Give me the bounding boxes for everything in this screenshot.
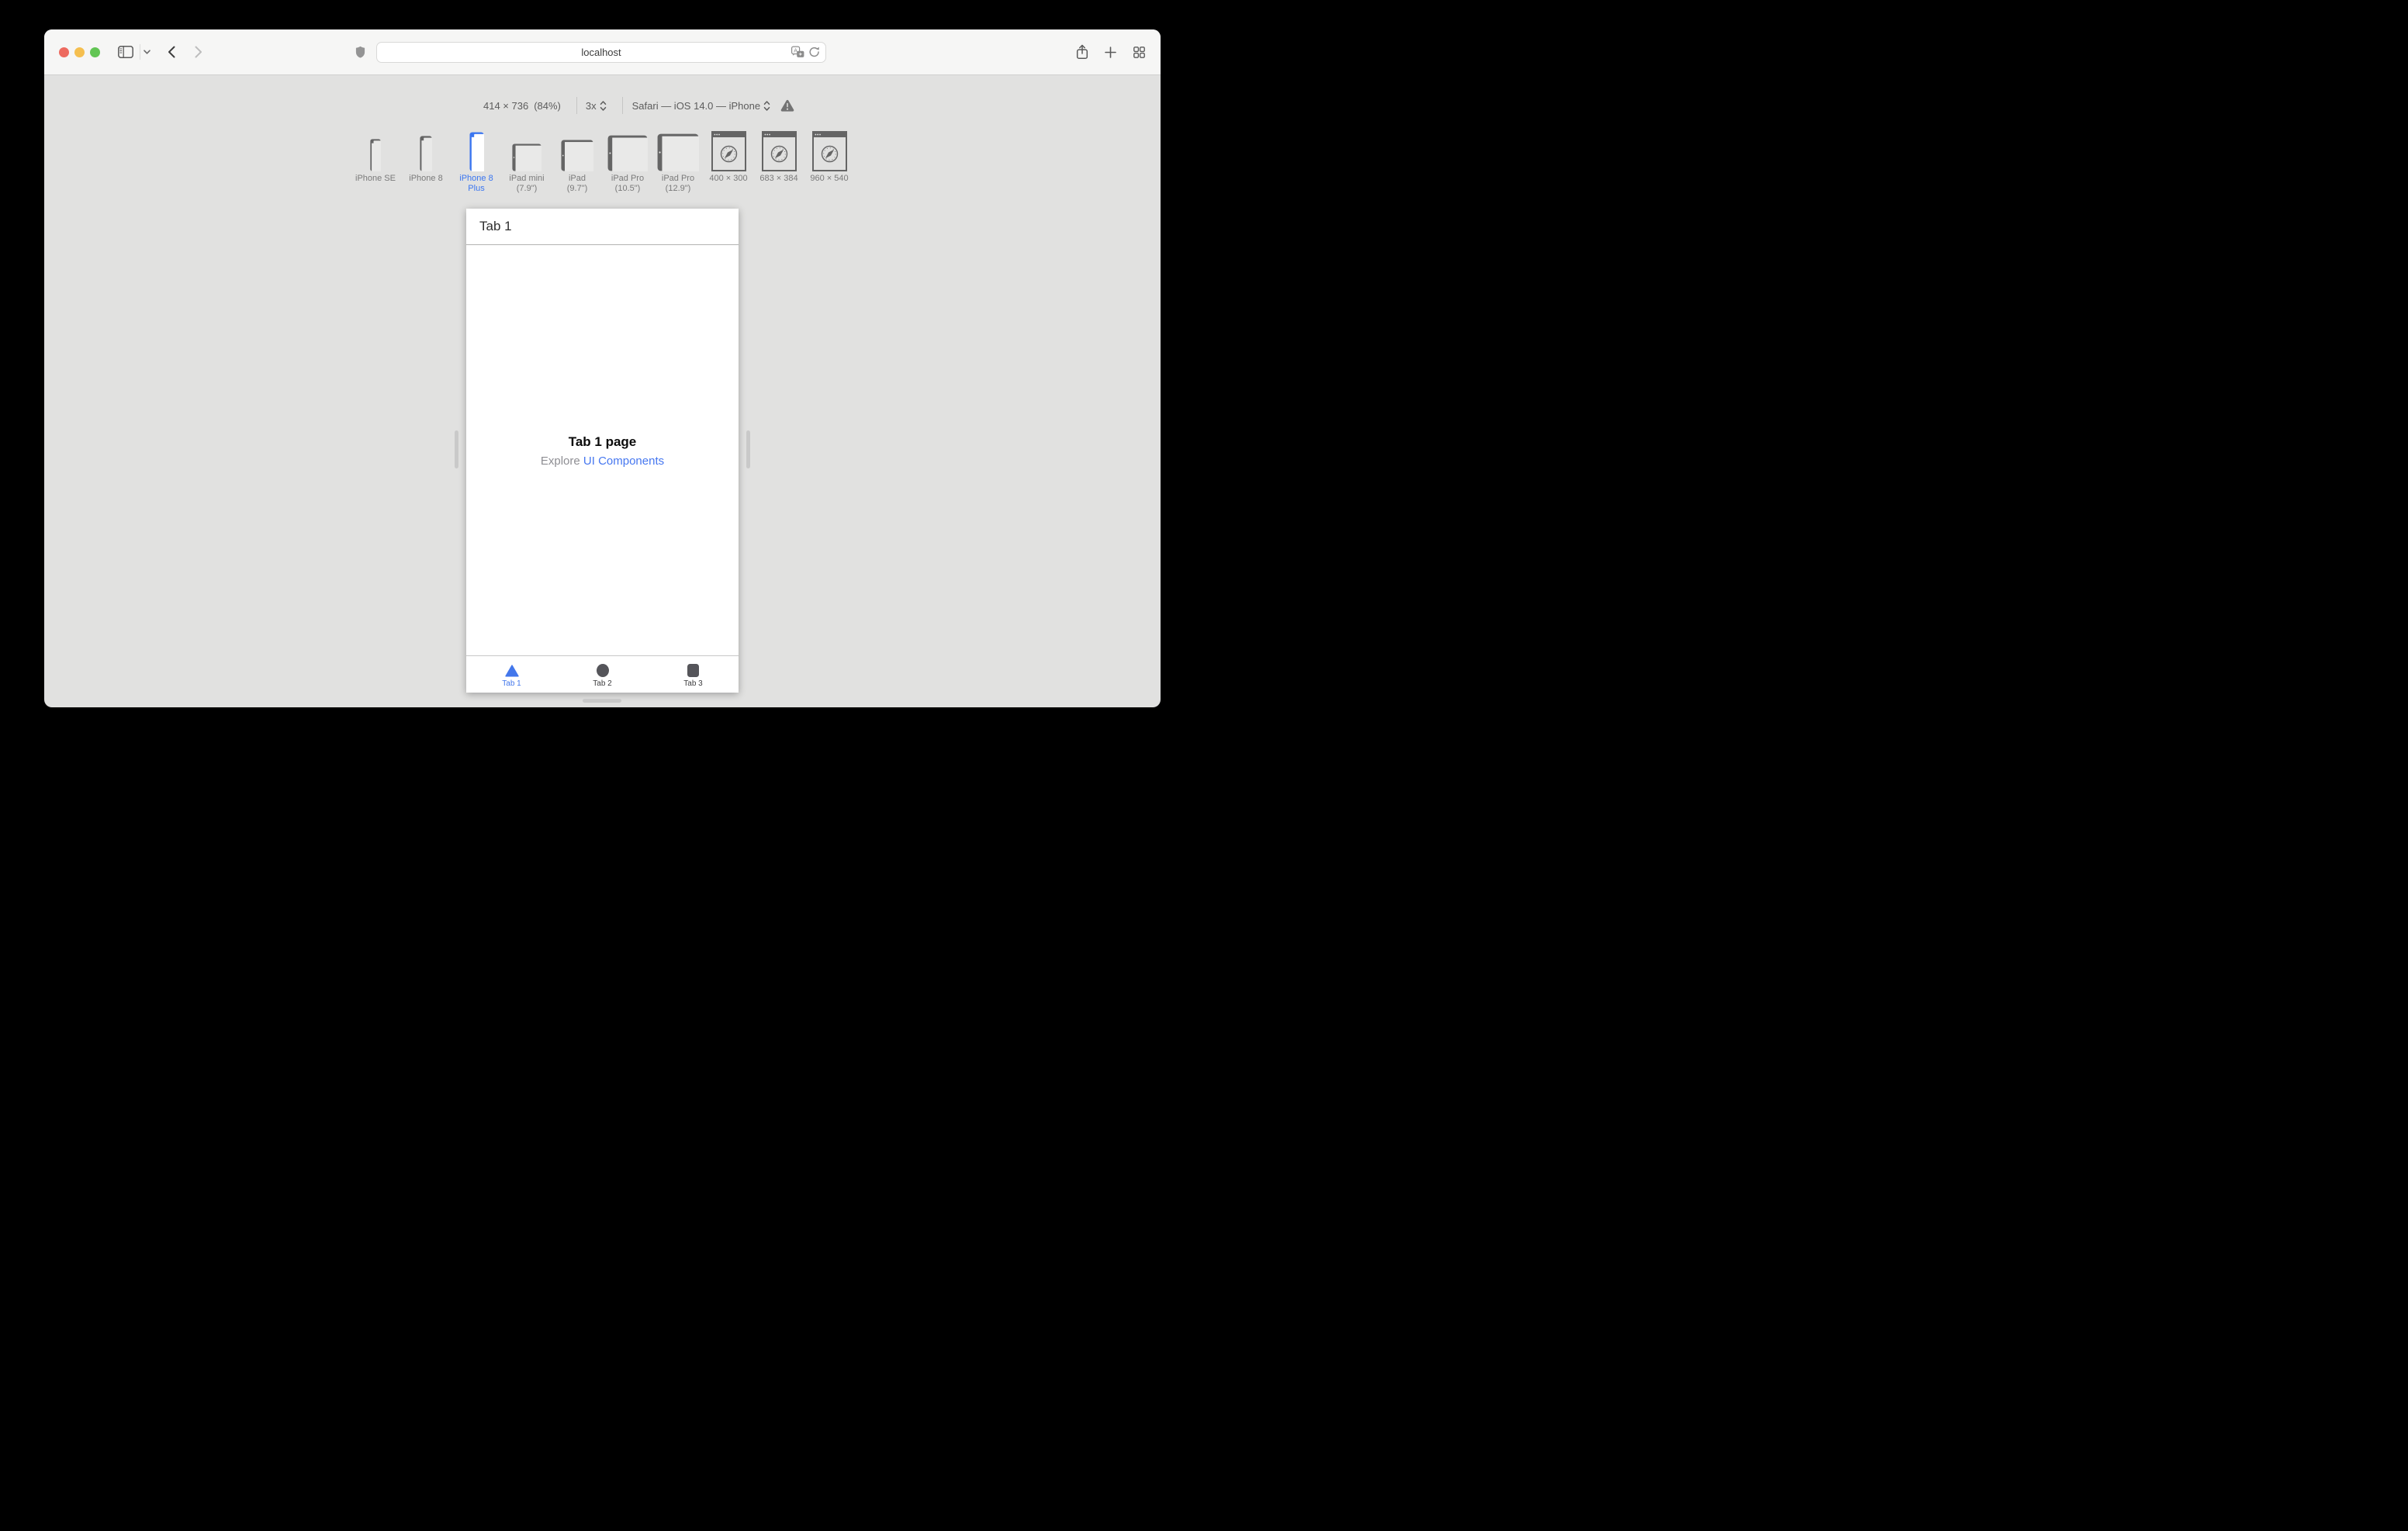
ipad-icon <box>561 140 593 171</box>
browser-window-icon <box>811 131 847 171</box>
device-ipad-pro-12[interactable]: iPad Pro (12.9") <box>657 130 699 194</box>
info-divider <box>576 97 577 114</box>
tab-overview-button[interactable] <box>1133 29 1145 74</box>
resize-handle-bottom[interactable] <box>583 699 621 703</box>
device-preview-viewport: Tab 1 Tab 1 page Explore UI Components T… <box>466 209 739 693</box>
iphone-icon <box>420 136 432 171</box>
tab-2[interactable]: Tab 2 <box>557 656 648 693</box>
updown-chevrons-icon <box>763 100 770 111</box>
url-text: localhost <box>581 46 621 58</box>
safari-window: localhost A 414 × 736 (84%) 3x Safari — … <box>44 29 1161 707</box>
sidebar-menu-button[interactable] <box>144 29 150 74</box>
sidebar-toggle-button[interactable] <box>118 29 133 74</box>
sidebar-toggle-icon <box>118 46 133 58</box>
tab-overview-icon <box>1133 46 1145 58</box>
translate-icon[interactable]: A <box>791 46 804 58</box>
share-icon <box>1076 44 1088 60</box>
resize-handle-left[interactable] <box>455 430 458 468</box>
address-bar[interactable]: localhost A <box>376 41 826 63</box>
device-ipad-mini[interactable]: iPad mini (7.9") <box>507 130 547 194</box>
preview-tab-bar: Tab 1 Tab 2 Tab 3 <box>466 655 739 693</box>
updown-chevrons-icon <box>600 100 606 111</box>
close-window-button[interactable] <box>59 47 69 57</box>
ipad-icon <box>657 133 699 171</box>
device-custom-960x540[interactable]: 960 × 540 <box>809 130 849 194</box>
device-custom-400x300[interactable]: 400 × 300 <box>708 130 749 194</box>
page-title: Tab 1 page <box>568 434 637 449</box>
square-icon <box>687 662 699 677</box>
privacy-shield-icon[interactable] <box>355 46 365 58</box>
ipad-icon <box>607 135 648 171</box>
desktop-background: localhost A 414 × 736 (84%) 3x Safari — … <box>0 0 1204 766</box>
page-subtitle: Explore UI Components <box>540 454 665 468</box>
circle-icon <box>596 662 609 677</box>
reload-icon[interactable] <box>808 47 820 58</box>
ui-components-link[interactable]: UI Components <box>583 454 664 468</box>
device-iphone-8[interactable]: iPhone 8 <box>406 130 446 194</box>
device-custom-683x384[interactable]: 683 × 384 <box>759 130 799 194</box>
traffic-lights <box>59 47 100 57</box>
responsive-design-mode-area: 414 × 736 (84%) 3x Safari — iOS 14.0 — i… <box>44 76 1161 707</box>
iphone-icon <box>370 139 381 171</box>
forward-button[interactable] <box>195 29 202 74</box>
device-iphone-8-plus[interactable]: iPhone 8 Plus <box>456 130 496 194</box>
new-tab-button[interactable] <box>1105 29 1116 74</box>
warning-icon[interactable] <box>780 99 794 112</box>
iphone-icon <box>469 132 484 171</box>
forward-icon <box>195 46 202 58</box>
tab-1[interactable]: Tab 1 <box>466 656 557 693</box>
ipad-icon <box>512 143 541 171</box>
minimize-window-button[interactable] <box>74 47 85 57</box>
chevron-down-icon <box>144 50 150 54</box>
device-ipad-pro-10[interactable]: iPad Pro (10.5") <box>607 130 648 194</box>
pixel-ratio-popup[interactable]: 3x <box>586 100 607 112</box>
preview-page-content: Tab 1 page Explore UI Components <box>466 246 739 655</box>
device-iphone-se[interactable]: iPhone SE <box>355 130 396 194</box>
browser-window-icon <box>711 131 746 171</box>
device-ipad[interactable]: iPad (9.7") <box>557 130 597 194</box>
device-selector-row: iPhone SE iPhone 8 iPhone 8 Plus iPad mi… <box>44 130 1161 194</box>
user-agent-popup[interactable]: Safari — iOS 14.0 — iPhone <box>632 100 770 112</box>
viewport-dimensions: 414 × 736 <box>483 99 529 112</box>
preview-nav-bar: Tab 1 <box>466 209 739 245</box>
browser-window-icon <box>761 131 797 171</box>
viewport-zoom-percent: (84%) <box>534 99 561 112</box>
share-button[interactable] <box>1076 29 1088 74</box>
tab-3[interactable]: Tab 3 <box>648 656 739 693</box>
back-icon <box>168 46 175 58</box>
new-tab-icon <box>1105 46 1116 58</box>
back-button[interactable] <box>168 29 175 74</box>
info-divider <box>621 97 623 114</box>
preview-nav-title: Tab 1 <box>479 219 512 233</box>
resize-handle-right[interactable] <box>746 430 750 468</box>
zoom-window-button[interactable] <box>90 47 100 57</box>
viewport-info-row: 414 × 736 (84%) 3x Safari — iOS 14.0 — i… <box>483 97 794 114</box>
browser-toolbar: localhost A <box>44 29 1161 75</box>
viewport-size[interactable]: 414 × 736 (84%) <box>483 100 561 112</box>
triangle-icon <box>504 662 519 677</box>
